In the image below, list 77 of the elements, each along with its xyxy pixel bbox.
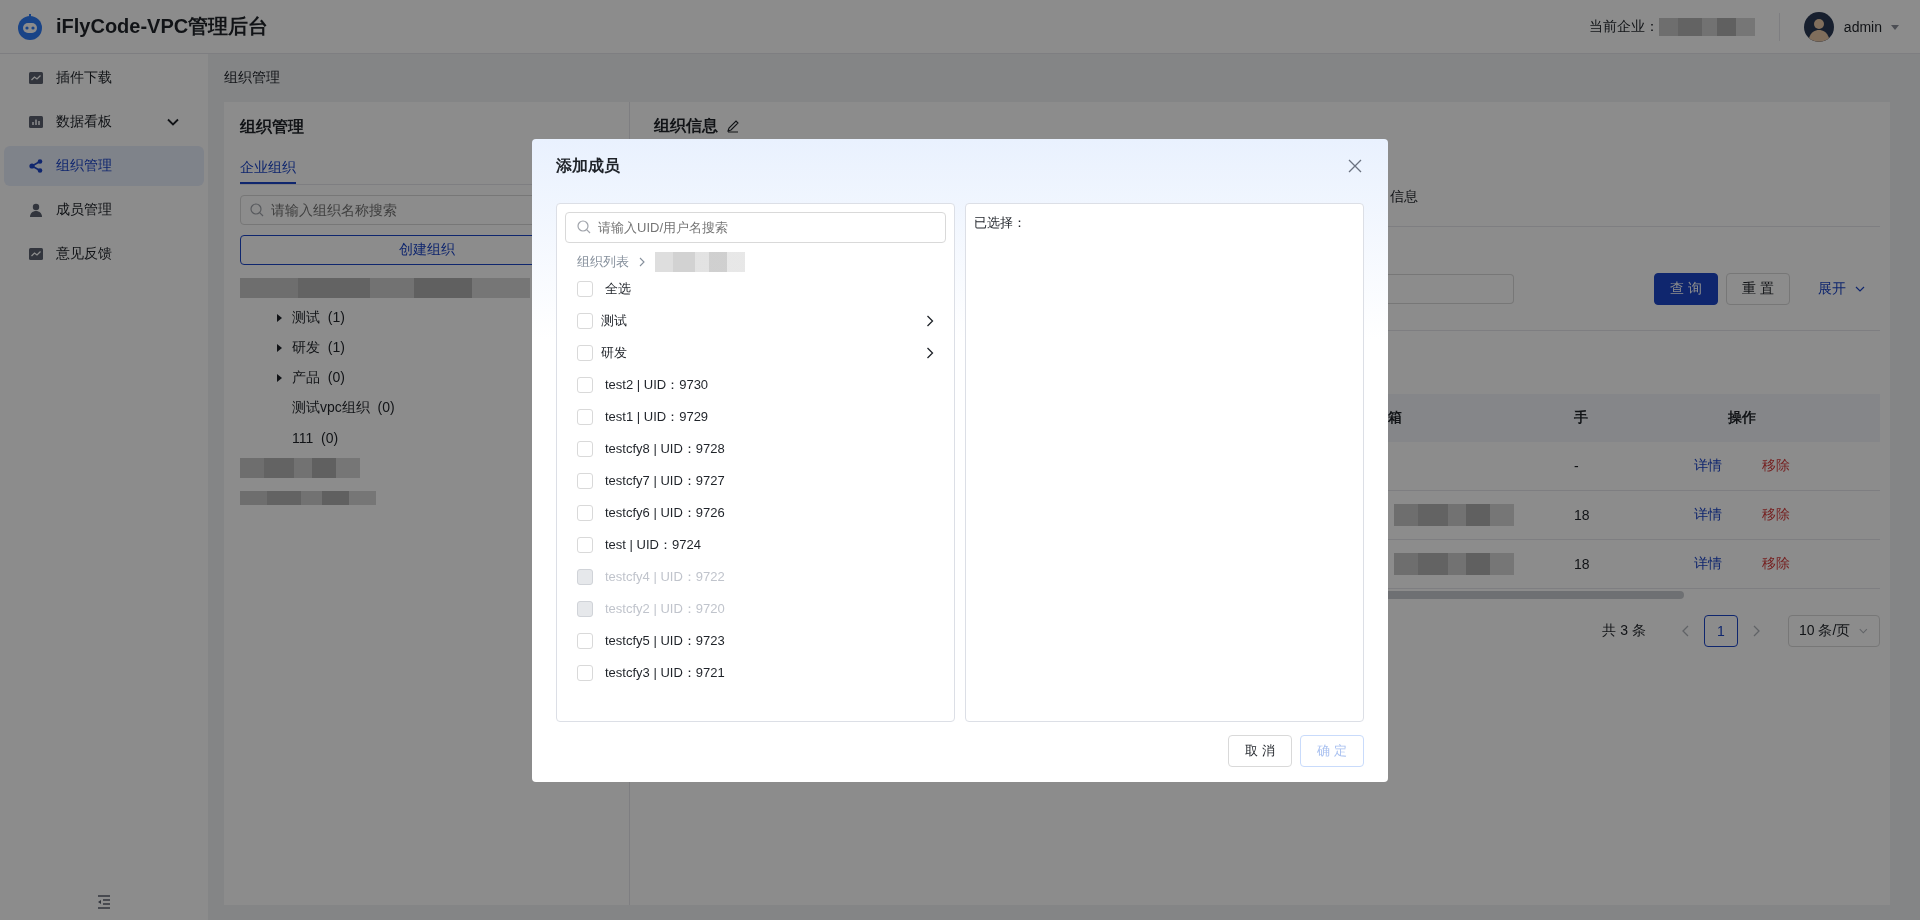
reset-button[interactable]: 重 置 — [1726, 273, 1790, 305]
checkbox[interactable] — [577, 313, 593, 329]
remove-link[interactable]: 移除 — [1762, 506, 1790, 524]
remove-link[interactable]: 移除 — [1762, 555, 1790, 573]
pencil-icon[interactable] — [726, 119, 740, 133]
checkbox[interactable] — [577, 409, 593, 425]
search-icon — [250, 203, 264, 217]
checkbox-label: testcfy4 | UID：9722 — [605, 568, 725, 586]
chart-icon — [28, 70, 44, 86]
panel-title: 组织信息 — [654, 116, 718, 136]
user-icon — [28, 202, 44, 218]
detail-link[interactable]: 详情 — [1694, 457, 1722, 475]
caret-icon[interactable] — [274, 373, 284, 383]
checkbox-label: 全选 — [605, 280, 631, 298]
table-cell: 18 — [1574, 556, 1590, 572]
avatar-icon[interactable] — [1803, 11, 1834, 42]
close-icon[interactable] — [1347, 158, 1363, 174]
sidebar-item[interactable]: 意见反馈 — [4, 234, 204, 274]
checkbox-label: testcfy2 | UID：9720 — [605, 600, 725, 618]
checkbox-label: testcfy3 | UID：9721 — [605, 664, 725, 682]
checkbox[interactable] — [577, 377, 593, 393]
checkbox-label: testcfy5 | UID：9723 — [605, 632, 725, 650]
total-count: 共 3 条 — [1602, 622, 1646, 640]
query-button[interactable]: 查 询 — [1654, 273, 1718, 305]
chevron-right-icon — [637, 257, 647, 267]
checkbox-label: test | UID：9724 — [605, 536, 701, 554]
tab[interactable]: 企业组织 — [240, 152, 296, 184]
search-icon — [577, 220, 591, 234]
checkbox[interactable] — [577, 537, 593, 553]
column-header: 手 — [1574, 409, 1588, 427]
sidebar-item[interactable]: 组织管理 — [4, 146, 204, 186]
checkbox[interactable] — [577, 633, 593, 649]
checkbox[interactable] — [577, 665, 593, 681]
checkbox[interactable] — [577, 281, 593, 297]
company-label: 当前企业： — [1588, 17, 1659, 36]
logo-icon — [16, 12, 44, 41]
checkbox-label: 研发 — [601, 344, 627, 362]
detail-link[interactable]: 详情 — [1694, 506, 1722, 524]
user-name[interactable]: admin — [1843, 18, 1882, 35]
bar-chart-icon — [28, 114, 44, 130]
checkbox[interactable] — [577, 473, 593, 489]
chevron-right-icon[interactable] — [924, 315, 936, 327]
checkbox[interactable] — [577, 505, 593, 521]
checkbox-label: 测试 — [601, 312, 627, 330]
selected-label: 已选择： — [974, 214, 1027, 232]
column-header: 箱 — [1388, 409, 1402, 427]
sidebar-item[interactable]: 数据看板 — [4, 102, 204, 142]
checkbox-label: testcfy8 | UID：9728 — [605, 440, 725, 458]
chevron-right-icon[interactable] — [924, 347, 936, 359]
page-size-select[interactable]: 10 条/页 — [1788, 615, 1880, 647]
checkbox-label: testcfy6 | UID：9726 — [605, 504, 725, 522]
caret-icon[interactable] — [274, 313, 284, 323]
checkbox[interactable] — [577, 345, 593, 361]
search-field[interactable]: 请输入UID/用户名搜索 — [565, 212, 946, 243]
checkbox-label: test1 | UID：9729 — [605, 408, 709, 426]
sidebar-item[interactable]: 成员管理 — [4, 190, 204, 230]
remove-link[interactable]: 移除 — [1762, 457, 1790, 475]
detail-link[interactable]: 详情 — [1694, 555, 1722, 573]
caret-icon[interactable] — [274, 343, 284, 353]
table-cell: - — [1574, 458, 1579, 474]
sidebar-item[interactable]: 插件下载 — [4, 58, 204, 98]
table-cell: 18 — [1574, 507, 1590, 523]
expand-link[interactable]: 展开 — [1818, 280, 1866, 298]
share-icon — [28, 158, 44, 174]
checkbox[interactable] — [577, 441, 593, 457]
column-header: 操作 — [1728, 409, 1756, 427]
app-title: iFlyCode-VPC管理后台 — [56, 14, 269, 39]
checkbox-label: test2 | UID：9730 — [605, 376, 709, 394]
panel-title: 组织管理 — [240, 117, 305, 137]
chart-icon — [28, 246, 44, 262]
breadcrumb: 组织管理 — [224, 69, 280, 87]
cancel-button[interactable]: 取 消 — [1228, 735, 1292, 767]
tab[interactable]: 信息 — [1384, 188, 1418, 206]
checkbox-label: testcfy7 | UID：9727 — [605, 472, 725, 490]
dialog-title: 添加成员 — [556, 155, 620, 176]
collapse-icon[interactable] — [96, 894, 112, 910]
page-button[interactable]: 1 — [1704, 615, 1738, 647]
